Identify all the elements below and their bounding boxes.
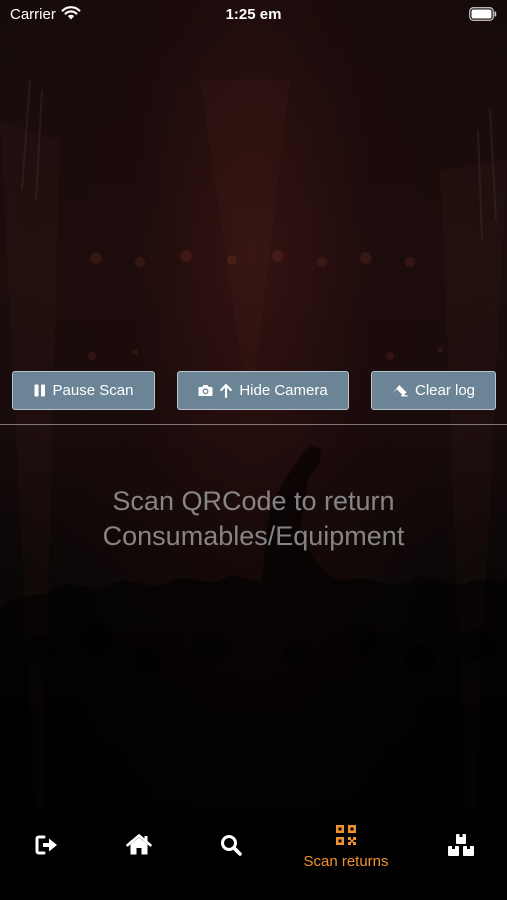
tab-scan-returns-label: Scan returns xyxy=(303,852,389,870)
arrow-up-icon xyxy=(220,383,233,398)
logout-icon xyxy=(35,835,59,860)
scan-instruction-line-1: Scan QRCode to return xyxy=(112,486,395,516)
tab-scan-returns[interactable]: Scan returns xyxy=(288,810,404,884)
camera-icon xyxy=(198,384,213,397)
status-bar: Carrier 1:25 em xyxy=(0,0,507,30)
scan-instruction-line-2: Consumables/Equipment xyxy=(102,521,405,551)
status-time: 1:25 em xyxy=(225,6,282,23)
divider xyxy=(0,424,507,425)
tab-bar: Scan returns xyxy=(0,810,507,900)
tab-equipment[interactable] xyxy=(426,810,496,884)
clear-log-button[interactable]: Clear log xyxy=(371,371,496,410)
battery-icon xyxy=(469,7,497,25)
scan-returns-screen: Carrier 1:25 em Pause Scan Hide Camera C… xyxy=(0,0,507,900)
search-icon xyxy=(220,834,242,861)
tab-search[interactable] xyxy=(196,810,266,884)
tab-home[interactable] xyxy=(104,810,174,884)
boxes-icon xyxy=(448,833,474,861)
pause-scan-label: Pause Scan xyxy=(52,382,134,399)
hide-camera-button[interactable]: Hide Camera xyxy=(177,371,349,410)
clear-log-label: Clear log xyxy=(414,382,476,399)
qrcode-icon xyxy=(336,824,356,850)
scan-instruction: Scan QRCode to return Consumables/Equipm… xyxy=(0,484,507,554)
home-icon xyxy=(126,833,152,861)
hide-camera-label: Hide Camera xyxy=(239,382,328,399)
concert-background-image xyxy=(0,79,507,900)
pause-scan-button[interactable]: Pause Scan xyxy=(12,371,155,410)
tab-logout[interactable] xyxy=(12,810,82,884)
eraser-icon xyxy=(392,384,408,397)
pause-icon xyxy=(34,384,46,397)
